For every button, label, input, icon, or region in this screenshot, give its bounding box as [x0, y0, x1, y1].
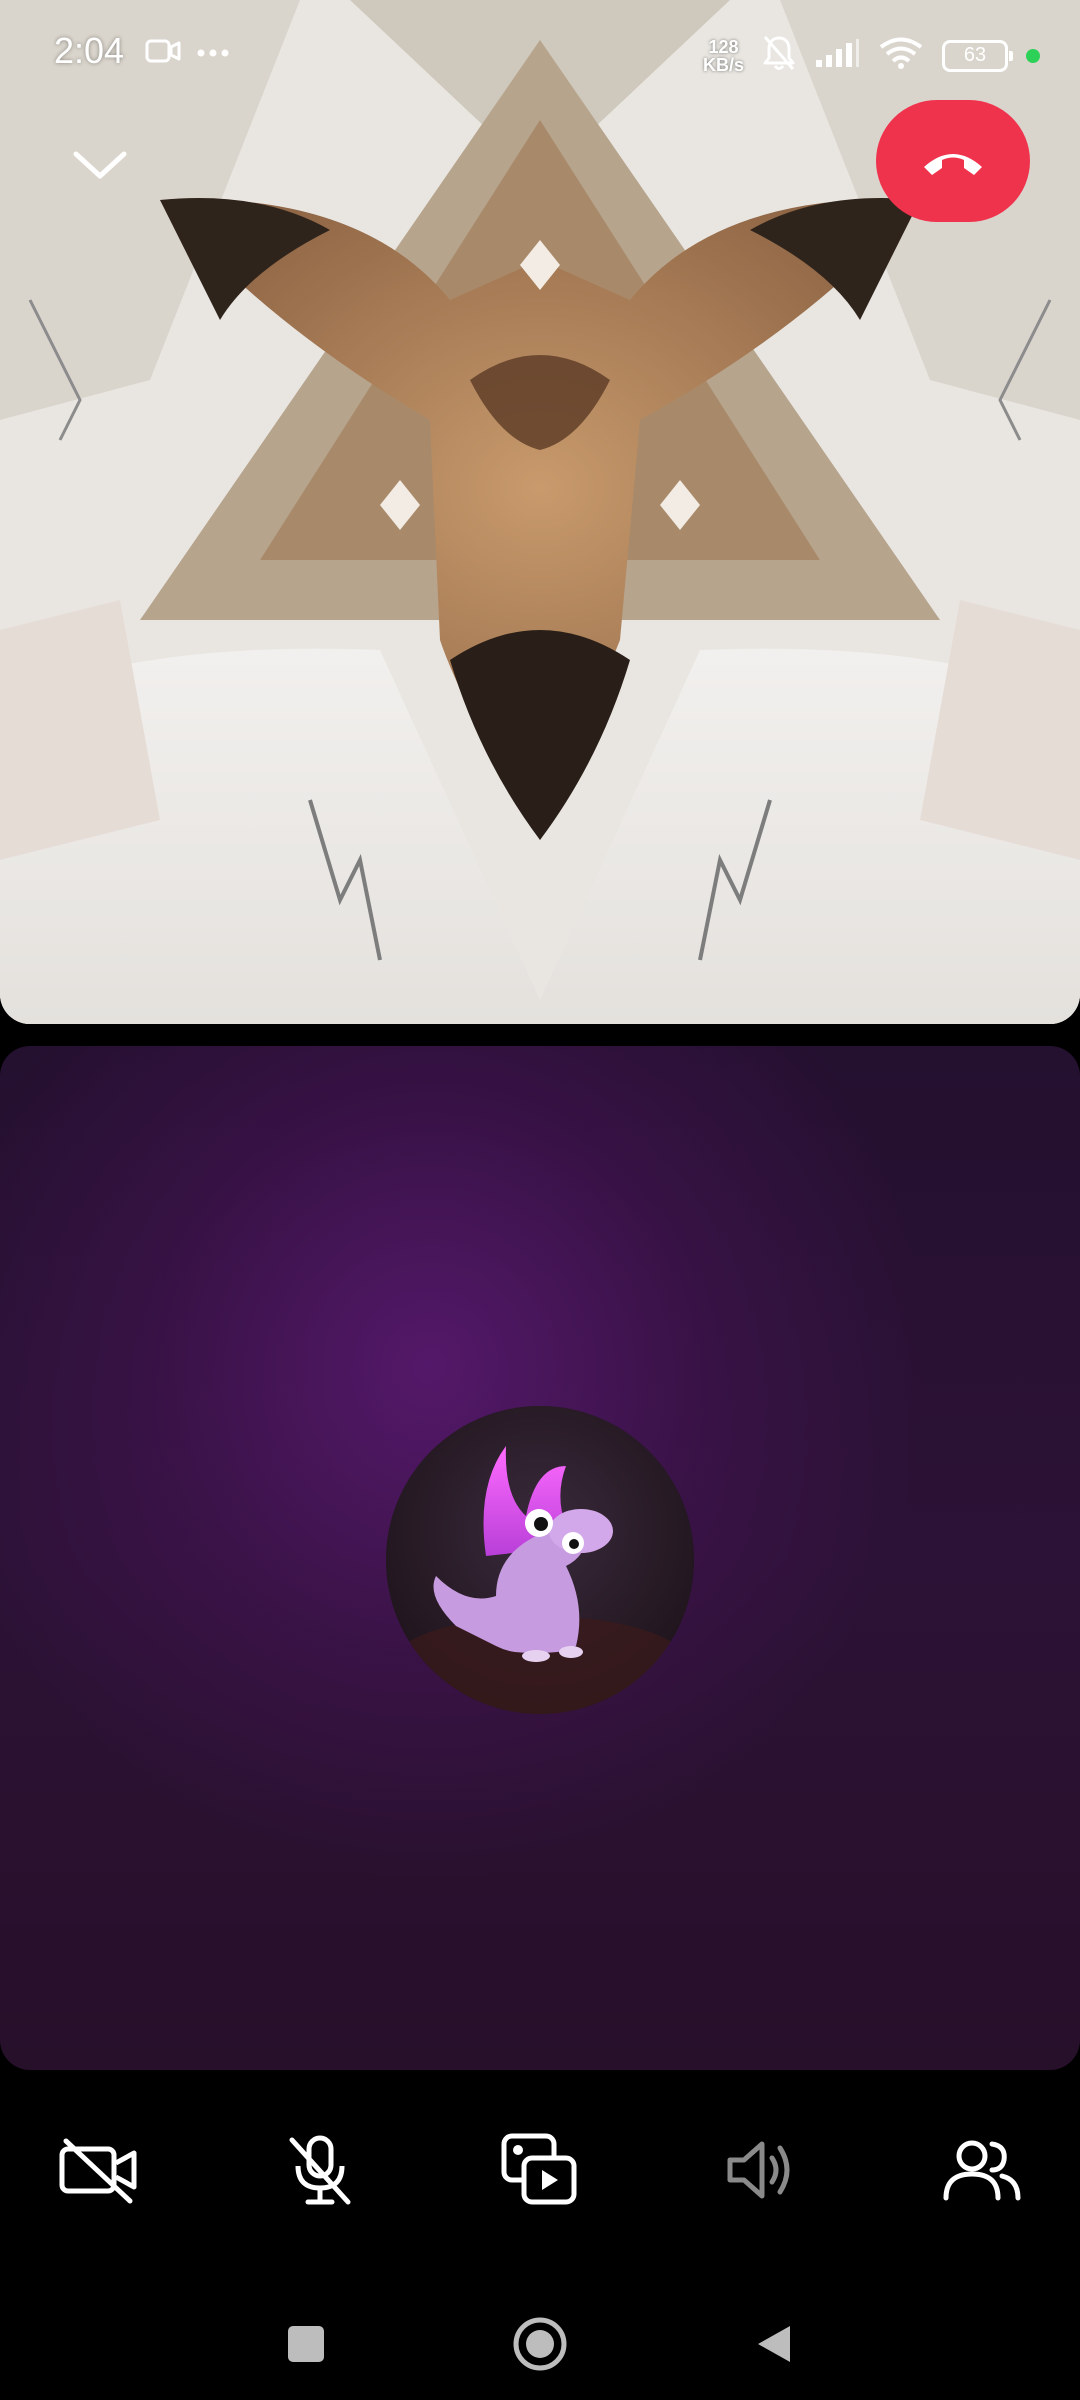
local-video-feed[interactable]: 2:04 128 KB/s 63: [0, 0, 1080, 1024]
chevron-down-icon: [73, 151, 127, 179]
back-button[interactable]: [744, 2314, 804, 2374]
end-call-button[interactable]: [876, 100, 1030, 222]
bell-off-icon: [762, 34, 796, 77]
signal-icon: [814, 38, 860, 73]
collapse-call-button[interactable]: [64, 138, 136, 194]
mic-off-icon: [289, 2135, 351, 2205]
remote-participant-tile[interactable]: [0, 1046, 1080, 2070]
network-speed: 128 KB/s: [703, 38, 744, 74]
battery-icon: 63: [942, 39, 1013, 72]
mute-button[interactable]: [270, 2120, 370, 2220]
home-icon: [513, 2317, 567, 2371]
home-button[interactable]: [510, 2314, 570, 2374]
battery-level: 63: [963, 44, 987, 66]
people-icon: [943, 2140, 1021, 2201]
back-icon: [758, 2326, 790, 2362]
share-media-button[interactable]: [490, 2120, 590, 2220]
system-navigation-bar: [0, 2280, 1080, 2400]
wifi-icon: [878, 36, 924, 75]
video-off-icon: [59, 2138, 137, 2204]
avatar-image: [386, 1406, 694, 1714]
status-time: 2:04: [54, 30, 125, 71]
net-speed-value: 128: [708, 36, 739, 57]
hang-up-icon: [924, 154, 982, 175]
recent-apps-icon: [288, 2326, 324, 2362]
camera-off-button[interactable]: [48, 2120, 148, 2220]
call-controls: [0, 2090, 1080, 2230]
privacy-indicator-dot: [1026, 48, 1040, 63]
net-speed-unit: KB/s: [702, 54, 744, 75]
participants-button[interactable]: [932, 2120, 1032, 2220]
speaker-button[interactable]: [710, 2120, 810, 2220]
video-record-icon: [145, 38, 181, 69]
participant-avatar: [386, 1406, 694, 1714]
media-play-icon: [501, 2133, 577, 2205]
status-bar: 2:04 128 KB/s 63: [0, 0, 1080, 110]
more-dots-icon: [197, 45, 229, 63]
speaker-icon: [727, 2141, 790, 2199]
recent-apps-button[interactable]: [276, 2314, 336, 2374]
